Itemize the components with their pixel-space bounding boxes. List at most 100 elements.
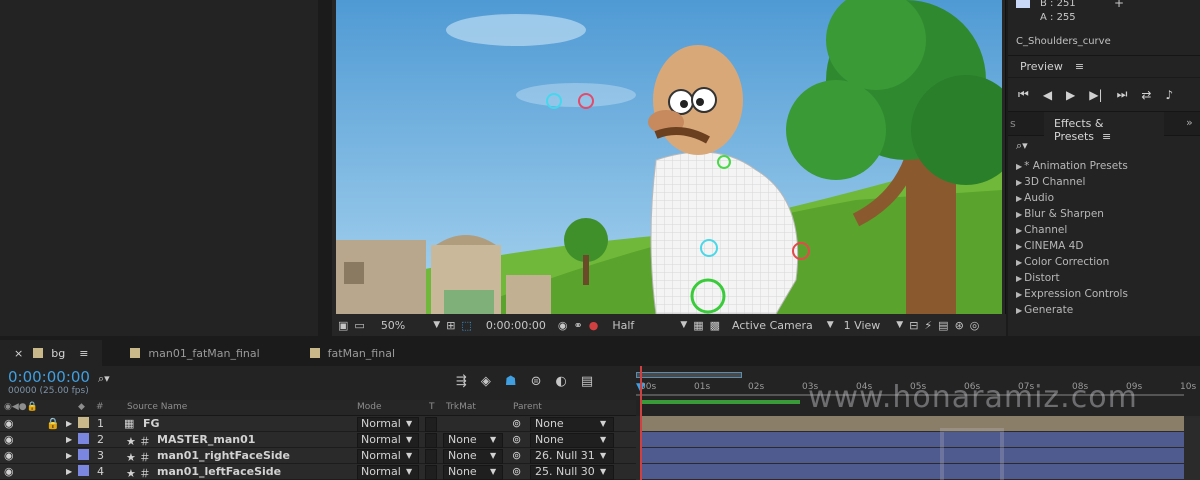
layer-name[interactable]: MASTER_man01 [157, 433, 255, 446]
layer-duration-bar[interactable] [640, 416, 1184, 431]
layer-row[interactable]: ◉ ▶ 4 ★ ＃ man01_leftFaceSide Normal ▼ None ▼ ⊚ 25.… [0, 464, 636, 480]
expand-arrow-icon[interactable]: ▶ [1016, 290, 1022, 299]
eye-icon[interactable]: ◉ [4, 417, 14, 430]
layer-name[interactable]: man01_rightFaceSide [157, 449, 290, 462]
composition-tab[interactable]: fatMan_final [296, 340, 409, 366]
effects-category[interactable]: ▶ Expression Controls [1008, 286, 1200, 302]
comp-mini-flowchart-icon[interactable]: ⇶ [456, 374, 467, 389]
pickwhip-icon[interactable]: ⊚ [512, 433, 521, 446]
last-frame-icon[interactable]: ⏭ [1117, 87, 1128, 102]
layer-duration-bar[interactable] [640, 464, 1184, 479]
pickwhip-icon[interactable]: ⊚ [512, 417, 521, 430]
first-frame-icon[interactable]: ⏮ [1018, 87, 1029, 102]
expand-arrow-icon[interactable]: ▶ [1016, 194, 1022, 203]
expand-arrow-icon[interactable]: ▶ [1016, 274, 1022, 283]
loop-icon[interactable]: ⇄ [1141, 88, 1151, 102]
expand-arrow-icon[interactable]: ▶ [1016, 178, 1022, 187]
t-checkbox[interactable] [425, 449, 437, 464]
t-checkbox[interactable] [425, 433, 437, 448]
eye-icon[interactable]: ◉ [4, 465, 14, 478]
pixel-aspect-icon[interactable]: ⊟ [909, 319, 918, 332]
panel-splitter[interactable] [318, 0, 332, 336]
twirl-icon[interactable]: ▶ [66, 451, 72, 460]
twirl-icon[interactable]: ▶ [66, 467, 72, 476]
layer-row[interactable]: ◉ 🔒 ▶ 1 ▦ FG Normal ▼ ⊚ None ▼ [0, 416, 636, 432]
menu-icon[interactable]: ≡ [79, 347, 88, 360]
t-checkbox[interactable] [425, 465, 437, 480]
shy-layers-icon[interactable]: ☗ [505, 374, 517, 389]
roi-icon[interactable]: ▦ [693, 319, 703, 332]
expand-arrow-icon[interactable]: ▶ [1016, 162, 1022, 171]
draft-3d-icon[interactable]: ◈ [481, 374, 491, 389]
expand-arrow-icon[interactable]: ▶ [1016, 242, 1022, 251]
effects-category[interactable]: ▶ Color Correction [1008, 254, 1200, 270]
exposure-icon[interactable]: ◎ [970, 319, 980, 332]
label-color[interactable] [78, 449, 89, 460]
current-time-indicator[interactable] [640, 366, 642, 480]
flowchart-icon[interactable]: ⊛ [955, 319, 964, 332]
motion-blur-icon[interactable]: ◐ [555, 374, 566, 389]
composition-tab[interactable]: man01_fatMan_final [116, 340, 273, 366]
work-area-bar[interactable] [636, 372, 742, 378]
expand-arrow-icon[interactable]: ▶ [1016, 306, 1022, 315]
lock-icon[interactable]: 🔒 [46, 417, 60, 430]
timeline-scrollbar[interactable] [1184, 418, 1200, 480]
effects-category[interactable]: ▶ Channel [1008, 222, 1200, 238]
t-checkbox[interactable] [425, 417, 437, 432]
effects-category[interactable]: ▶ * Animation Presets [1008, 158, 1200, 174]
region-icon[interactable]: ▣ [338, 319, 348, 332]
effects-category[interactable]: ▶ Audio [1008, 190, 1200, 206]
snapshot-icon[interactable]: ◉ [558, 319, 568, 332]
timeline-icon[interactable]: ▤ [938, 319, 948, 332]
label-color[interactable] [78, 465, 89, 476]
effects-category[interactable]: ▶ CINEMA 4D [1008, 238, 1200, 254]
eye-icon[interactable]: ◉ [4, 433, 14, 446]
effects-category[interactable]: ▶ 3D Channel [1008, 174, 1200, 190]
source-name-column-header[interactable]: Source Name [127, 402, 187, 412]
layer-duration-bar[interactable] [640, 432, 1184, 447]
view-layout-select[interactable]: 1 View ▼ [844, 319, 904, 332]
effects-category[interactable]: ▶ Blur & Sharpen [1008, 206, 1200, 222]
menu-icon[interactable]: ≡ [1102, 130, 1111, 143]
effects-category[interactable]: ▶ Distort [1008, 270, 1200, 286]
label-color[interactable] [78, 433, 89, 444]
fast-preview-icon[interactable]: ⚡ [924, 319, 932, 332]
twirl-icon[interactable]: ▶ [66, 435, 72, 444]
expand-arrow-icon[interactable]: ▶ [1016, 226, 1022, 235]
layer-name[interactable]: man01_leftFaceSide [157, 465, 281, 478]
layer-duration-bar[interactable] [640, 448, 1184, 463]
previous-frame-icon[interactable]: ◀ [1043, 88, 1052, 102]
pickwhip-icon[interactable]: ⊚ [512, 449, 521, 462]
layer-row[interactable]: ◉ ▶ 2 ★ ＃ MASTER_man01 Normal ▼ None ▼ ⊚ None ▼ [0, 432, 636, 448]
composition-canvas[interactable] [336, 0, 1002, 314]
resolution-select[interactable]: Half ▼ [612, 319, 687, 332]
mask-visibility-icon[interactable]: ⬚ [461, 319, 471, 332]
frame-blending-icon[interactable]: ⊜ [531, 374, 542, 389]
viewer-timecode[interactable]: 0:00:00:00 [486, 319, 546, 332]
timeline-timecode[interactable]: 0:00:00:00 [8, 368, 90, 386]
camera-select[interactable]: Active Camera ▼ [732, 319, 834, 332]
expand-arrow-icon[interactable]: ▶ [1016, 258, 1022, 267]
effects-category[interactable]: ▶ Generate [1008, 302, 1200, 318]
next-frame-icon[interactable]: ▶| [1089, 88, 1102, 102]
close-icon[interactable]: × [14, 347, 23, 360]
safe-zones-icon[interactable]: ⊞ [446, 319, 455, 332]
layer-name[interactable]: FG [143, 417, 160, 430]
layer-row[interactable]: ◉ ▶ 3 ★ ＃ man01_rightFaceSide Normal ▼ None ▼ ⊚ 26… [0, 448, 636, 464]
layer-search-input[interactable]: ⌕▾ [98, 372, 110, 386]
composition-tab[interactable]: × bg ≡ [0, 340, 103, 366]
partial-tab[interactable]: s [1010, 117, 1016, 130]
effects-tab[interactable]: Effects & Presets ≡ [1044, 112, 1164, 143]
audio-icon[interactable]: ♪ [1165, 88, 1173, 102]
expand-icon[interactable]: » [1186, 116, 1193, 129]
twirl-icon[interactable]: ▶ [66, 419, 72, 428]
zoom-select[interactable]: 50% ▼ [381, 319, 440, 332]
expand-arrow-icon[interactable]: ▶ [1016, 210, 1022, 219]
label-color[interactable] [78, 417, 89, 428]
pickwhip-icon[interactable]: ⊚ [512, 465, 521, 478]
graph-editor-icon[interactable]: ▤ [581, 374, 593, 389]
menu-icon[interactable]: ≡ [1075, 60, 1084, 73]
show-snapshot-icon[interactable]: ⚭ [574, 319, 583, 332]
eye-icon[interactable]: ◉ [4, 449, 14, 462]
channel-icon[interactable]: ● [589, 319, 599, 332]
